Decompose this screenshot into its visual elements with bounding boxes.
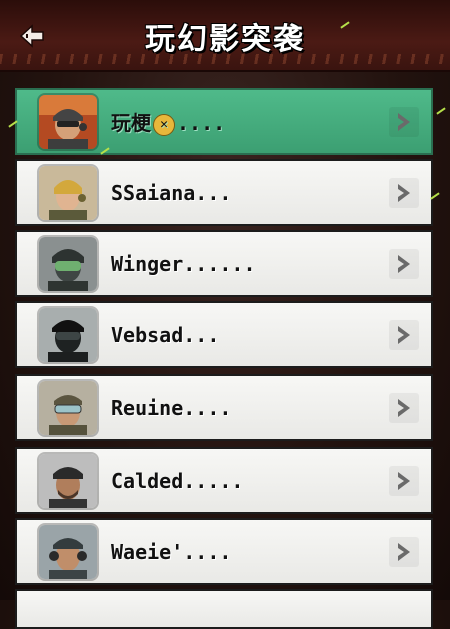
player-name-text: 玩梗 xyxy=(111,111,151,135)
chevron-right-icon[interactable] xyxy=(389,248,419,279)
list-item[interactable]: Waeie'.... xyxy=(15,518,433,585)
list-item-selected[interactable]: 玩梗 ✕.... xyxy=(15,88,433,155)
avatar xyxy=(39,453,97,508)
orange-helmet-soldier-avatar xyxy=(39,94,97,149)
rank-badge-icon: ✕ xyxy=(153,113,175,136)
avatar xyxy=(39,380,97,435)
list-item[interactable]: Calded..... xyxy=(15,447,433,514)
list-item[interactable]: Winger...... xyxy=(15,230,433,297)
player-name: Vebsad... xyxy=(111,322,220,347)
player-name: Calded..... xyxy=(111,468,244,493)
player-name: Reuine.... xyxy=(111,395,232,420)
chevron-right-icon[interactable] xyxy=(389,392,419,423)
avatar xyxy=(39,307,97,362)
page-title: 玩幻影突袭 xyxy=(145,22,305,57)
list-item[interactable]: SSaiana... xyxy=(15,159,433,226)
player-name-suffix: .... xyxy=(177,111,226,135)
green-visor-soldier-avatar xyxy=(39,236,97,291)
list-item[interactable] xyxy=(15,589,433,629)
avatar xyxy=(39,524,97,579)
list-item[interactable]: Reuine.... xyxy=(15,374,433,441)
goggles-soldier-avatar xyxy=(39,380,97,435)
avatar xyxy=(39,94,97,149)
chevron-right-icon[interactable] xyxy=(389,177,419,208)
chevron-right-icon[interactable] xyxy=(389,465,419,496)
player-name: Waeie'.... xyxy=(111,539,232,564)
headset-soldier-avatar xyxy=(39,524,97,579)
player-name: 玩梗 ✕.... xyxy=(111,107,389,136)
blonde-soldier-avatar xyxy=(39,165,97,220)
avatar xyxy=(39,236,97,291)
list-item[interactable]: Vebsad... xyxy=(15,301,433,368)
masked-soldier-avatar xyxy=(39,307,97,362)
header-bar: 玩幻影突袭 xyxy=(0,0,450,72)
avatar xyxy=(39,165,97,220)
chevron-right-icon[interactable] xyxy=(389,106,419,137)
player-name: Winger...... xyxy=(111,251,256,276)
chevron-right-icon[interactable] xyxy=(389,536,419,567)
spark-decoration xyxy=(436,107,446,115)
player-name: SSaiana... xyxy=(111,180,232,205)
bearded-soldier-avatar xyxy=(39,453,97,508)
chevron-right-icon[interactable] xyxy=(389,319,419,350)
